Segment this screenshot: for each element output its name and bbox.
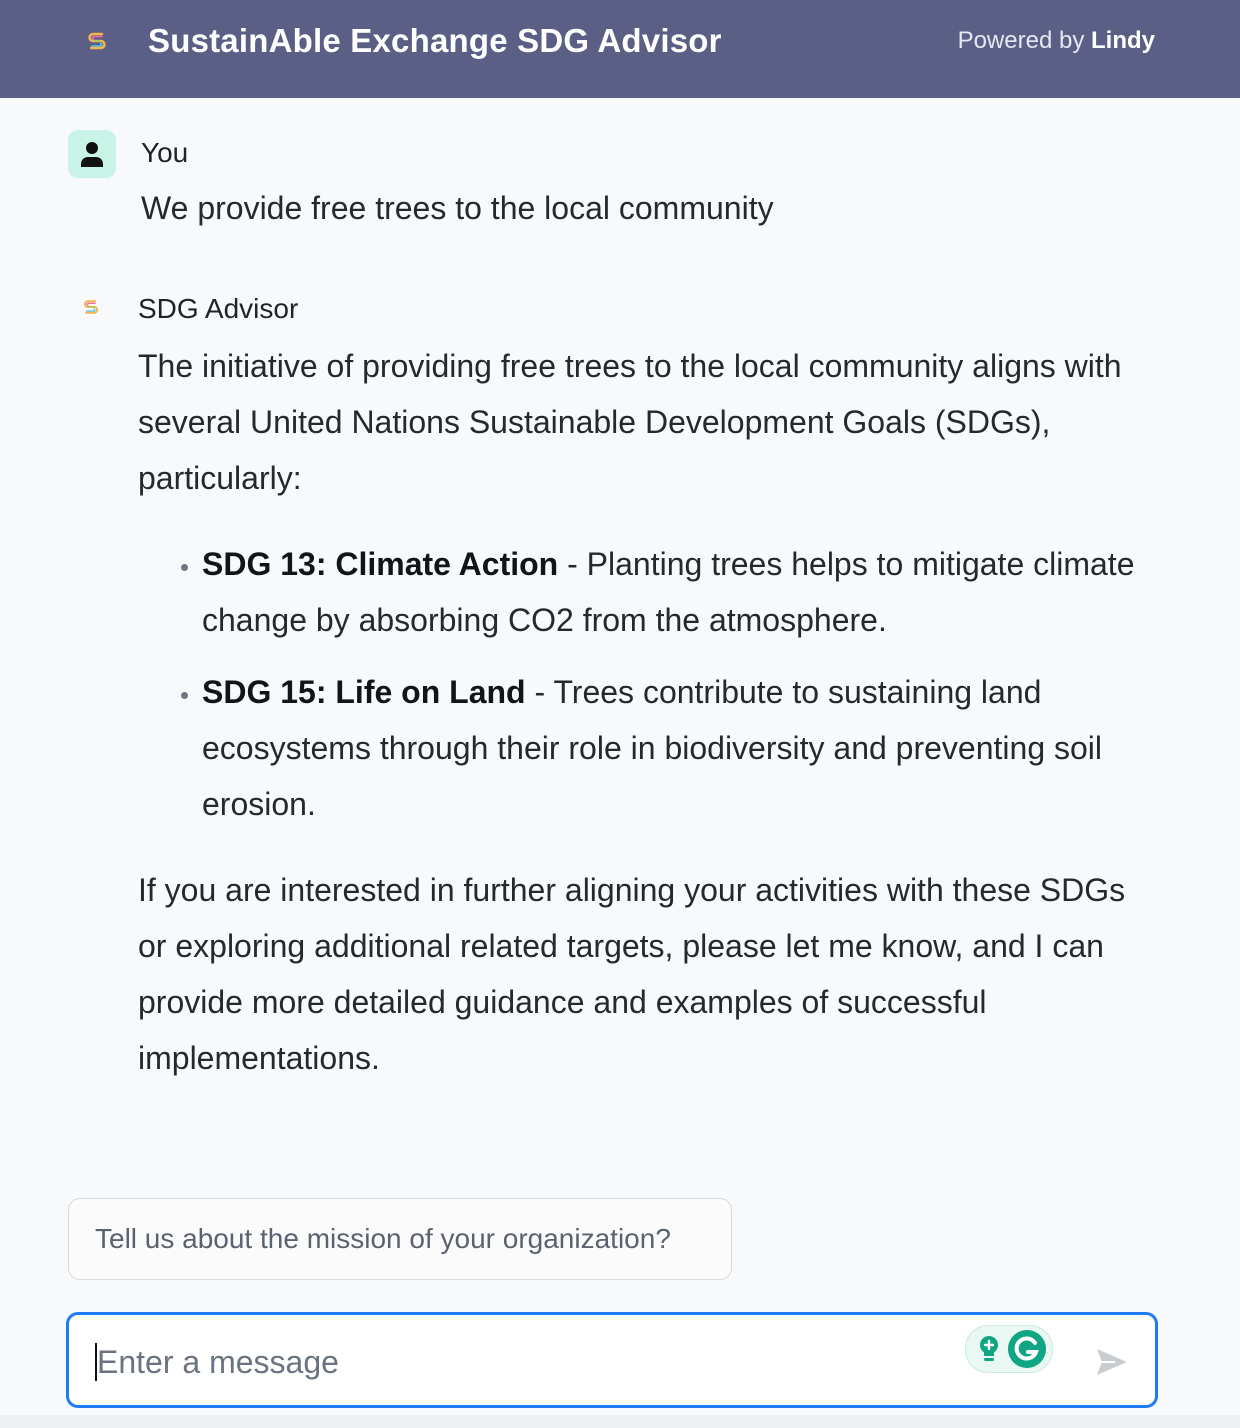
sdg-list-item: SDG 13: Climate Action - Planting trees … [202,536,1138,648]
bot-outro: If you are interested in further alignin… [138,872,1126,1076]
powered-by-prefix: Powered by [957,27,1085,54]
text-caret [95,1343,97,1381]
person-icon [81,142,103,167]
grammarly-widget[interactable] [965,1325,1053,1373]
send-arrow-icon[interactable] [1093,1343,1131,1381]
user-author: You [141,137,189,168]
bot-logo-icon [83,300,99,314]
grammarly-icon[interactable] [1008,1330,1046,1368]
suggestion-chip[interactable]: Tell us about the mission of your organi… [68,1198,732,1280]
message-input[interactable] [95,1333,899,1391]
sdg-item-title: SDG 13: Climate Action [202,546,559,582]
bot-author: SDG Advisor [138,293,299,324]
app-header: SustainAble Exchange SDG Advisor Powered… [0,0,1240,98]
powered-by[interactable]: Powered by Lindy [958,27,1155,55]
powered-by-brand[interactable]: Lindy [1091,27,1155,54]
sdg-list-item: SDG 15: Life on Land - Trees contribute … [202,664,1138,832]
app-title: SustainAble Exchange SDG Advisor [148,22,722,59]
bot-intro: The initiative of providing free trees t… [138,348,1122,496]
bottom-strip [0,1415,1240,1428]
bot-message-body: The initiative of providing free trees t… [138,338,1138,1086]
sdg-item-title: SDG 15: Life on Land [202,674,526,710]
lightbulb-icon[interactable] [976,1334,1002,1364]
message-composer[interactable] [66,1312,1158,1408]
user-message-text: We provide free trees to the local commu… [141,190,774,226]
user-avatar [68,130,116,178]
app-logo-icon [88,32,106,50]
sdg-list: SDG 13: Climate Action - Planting trees … [138,536,1138,832]
